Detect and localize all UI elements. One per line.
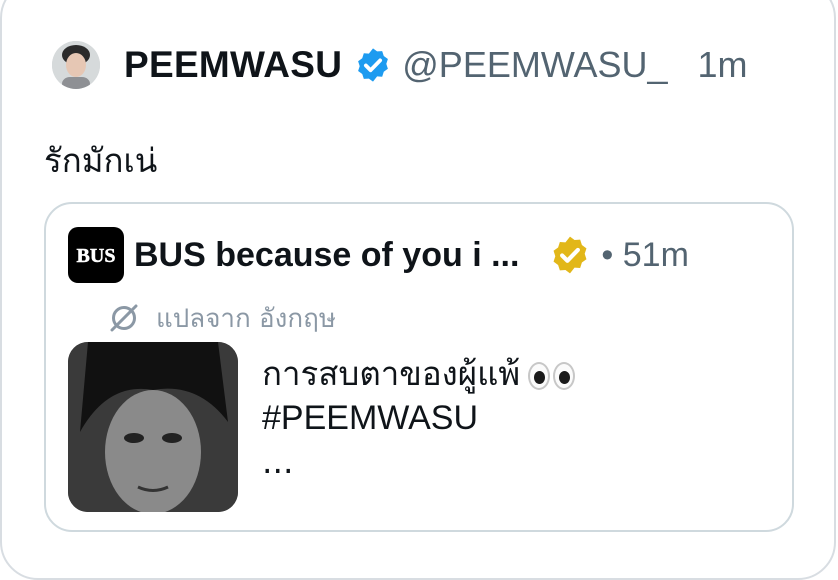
avatar[interactable] xyxy=(52,41,100,89)
verified-badge-icon xyxy=(358,48,389,82)
quoted-tweet[interactable]: BUS BUS because of you i ... • 51m แปลจา… xyxy=(44,202,794,532)
hashtag-link[interactable]: #PEEMWASU xyxy=(262,396,578,440)
display-name[interactable]: PEEMWASU xyxy=(124,44,342,86)
quoted-display-name[interactable]: BUS because of you i ... xyxy=(134,236,519,275)
show-more-ellipsis: ... xyxy=(262,442,294,481)
quoted-tweet-text: การสบตาของผู้แพ้ #PEEMWASU ... xyxy=(262,352,578,484)
quoted-avatar[interactable]: BUS xyxy=(68,227,124,283)
quoted-text-line: การสบตาของผู้แพ้ xyxy=(262,354,521,393)
quoted-tweet-header: BUS BUS because of you i ... • 51m xyxy=(68,226,689,284)
translated-from-label[interactable]: แปลจาก อังกฤษ xyxy=(106,294,336,342)
translated-text: แปลจาก อังกฤษ xyxy=(156,303,336,334)
gold-verified-badge-icon xyxy=(553,236,587,274)
tweet-text: รักมักเน่ xyxy=(44,141,158,180)
quoted-media-thumbnail[interactable] xyxy=(68,342,238,512)
handle[interactable]: @PEEMWASU_ xyxy=(402,44,667,86)
tweet-header: PEEMWASU @PEEMWASU_ 1m xyxy=(52,38,748,92)
quoted-logo-text: BUS xyxy=(77,245,116,267)
translate-slash-icon xyxy=(110,304,138,332)
timestamp[interactable]: 1m xyxy=(698,44,748,86)
eyes-emoji-icon xyxy=(528,361,578,390)
quoted-timestamp[interactable]: • 51m xyxy=(601,236,689,275)
